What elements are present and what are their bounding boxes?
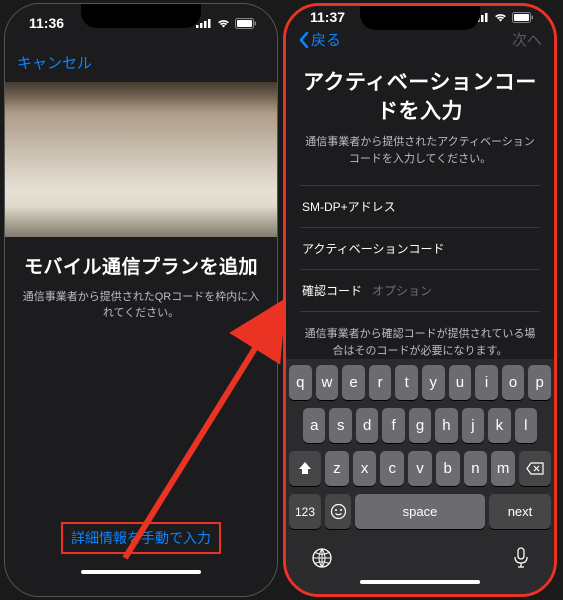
nav-bar: 戻る 次へ [286, 28, 554, 51]
page-title: アクティベーションコー ドを入力 [300, 69, 540, 126]
page-subtitle: 通信事業者から提供されたアクティベーションコードを入力してください。 [300, 134, 540, 167]
page-subtitle: 通信事業者から提供されたQRコードを枠内に入れてください。 [19, 289, 263, 322]
status-time: 11:37 [310, 9, 345, 25]
key-u[interactable]: u [449, 365, 472, 400]
backspace-key[interactable] [519, 451, 551, 486]
wifi-icon [216, 18, 231, 28]
shift-key[interactable] [289, 451, 321, 486]
home-indicator[interactable] [81, 570, 201, 574]
space-key[interactable]: space [355, 494, 485, 529]
key-e[interactable]: e [342, 365, 365, 400]
globe-key[interactable] [311, 547, 333, 574]
mic-icon [513, 547, 529, 569]
key-s[interactable]: s [329, 408, 351, 443]
keyboard-row-2: asdfghjkl [289, 408, 551, 443]
dictation-key[interactable] [513, 547, 529, 574]
key-b[interactable]: b [436, 451, 460, 486]
status-bar: 11:36 [5, 4, 277, 42]
key-m[interactable]: m [491, 451, 515, 486]
enter-details-manually-link[interactable]: 詳細情報を手動で入力 [61, 522, 221, 554]
page-title: モバイル通信プランを追加 [19, 255, 263, 281]
back-button[interactable]: 戻る [298, 29, 341, 50]
keyboard-row-3: zxcvbnm [289, 451, 551, 486]
notch [81, 4, 201, 28]
left-screenshot: 11:36 キャンセル モバイル通信プランを追加 通信事業者から提供されたQRコ… [4, 3, 278, 597]
key-n[interactable]: n [464, 451, 488, 486]
field-label: 確認コード [302, 282, 362, 299]
home-indicator[interactable] [360, 580, 480, 584]
chevron-left-icon [298, 31, 309, 49]
field-label: アクティベーションコード [302, 240, 444, 257]
key-c[interactable]: c [380, 451, 404, 486]
status-bar: 11:37 [286, 6, 554, 28]
wifi-icon [493, 12, 508, 22]
shift-icon [297, 461, 313, 476]
activation-code-field[interactable]: アクティベーションコード [300, 227, 540, 269]
keyboard: qwertyuiop asdfghjkl zxcvbnm 123 [286, 359, 554, 594]
camera-viewfinder [5, 82, 277, 237]
note-text: 通信事業者から確認コードが提供されている場合はそのコードが必要になります。 [300, 326, 540, 359]
key-l[interactable]: l [515, 408, 537, 443]
confirmation-code-field[interactable]: 確認コード オプション [300, 269, 540, 312]
status-time: 11:36 [29, 15, 64, 31]
key-w[interactable]: w [316, 365, 339, 400]
globe-icon [311, 547, 333, 569]
key-k[interactable]: k [488, 408, 510, 443]
keyboard-row-bottom: 123 space next [289, 494, 551, 529]
key-x[interactable]: x [353, 451, 377, 486]
key-z[interactable]: z [325, 451, 349, 486]
keyboard-next-key[interactable]: next [489, 494, 551, 529]
status-indicators [196, 18, 257, 29]
key-d[interactable]: d [356, 408, 378, 443]
key-g[interactable]: g [409, 408, 431, 443]
smdp-address-field[interactable]: SM-DP+アドレス [300, 185, 540, 227]
key-v[interactable]: v [408, 451, 432, 486]
battery-icon [512, 12, 534, 23]
status-indicators [473, 12, 534, 23]
content: アクティベーションコー ドを入力 通信事業者から提供されたアクティベーションコー… [286, 51, 554, 359]
form-fields: SM-DP+アドレス アクティベーションコード 確認コード オプション [300, 185, 540, 312]
right-screenshot: 11:37 戻る 次へ アクティベーションコー ドを入力 [283, 3, 557, 597]
key-h[interactable]: h [435, 408, 457, 443]
field-label: SM-DP+アドレス [302, 198, 396, 215]
key-r[interactable]: r [369, 365, 392, 400]
key-y[interactable]: y [422, 365, 445, 400]
nav-bar: キャンセル [5, 42, 277, 82]
key-q[interactable]: q [289, 365, 312, 400]
emoji-icon [330, 503, 347, 520]
key-p[interactable]: p [528, 365, 551, 400]
key-o[interactable]: o [502, 365, 525, 400]
back-label: 戻る [311, 29, 341, 50]
key-i[interactable]: i [475, 365, 498, 400]
key-a[interactable]: a [303, 408, 325, 443]
keyboard-row-1: qwertyuiop [289, 365, 551, 400]
backspace-icon [526, 462, 544, 475]
numbers-key[interactable]: 123 [289, 494, 321, 529]
content: モバイル通信プランを追加 通信事業者から提供されたQRコードを枠内に入れてくださ… [5, 237, 277, 522]
key-j[interactable]: j [462, 408, 484, 443]
cancel-button[interactable]: キャンセル [17, 52, 92, 73]
next-button[interactable]: 次へ [512, 29, 542, 50]
key-t[interactable]: t [395, 365, 418, 400]
battery-icon [235, 18, 257, 29]
key-f[interactable]: f [382, 408, 404, 443]
field-placeholder: オプション [372, 282, 432, 299]
notch [360, 6, 480, 30]
emoji-key[interactable] [325, 494, 351, 529]
